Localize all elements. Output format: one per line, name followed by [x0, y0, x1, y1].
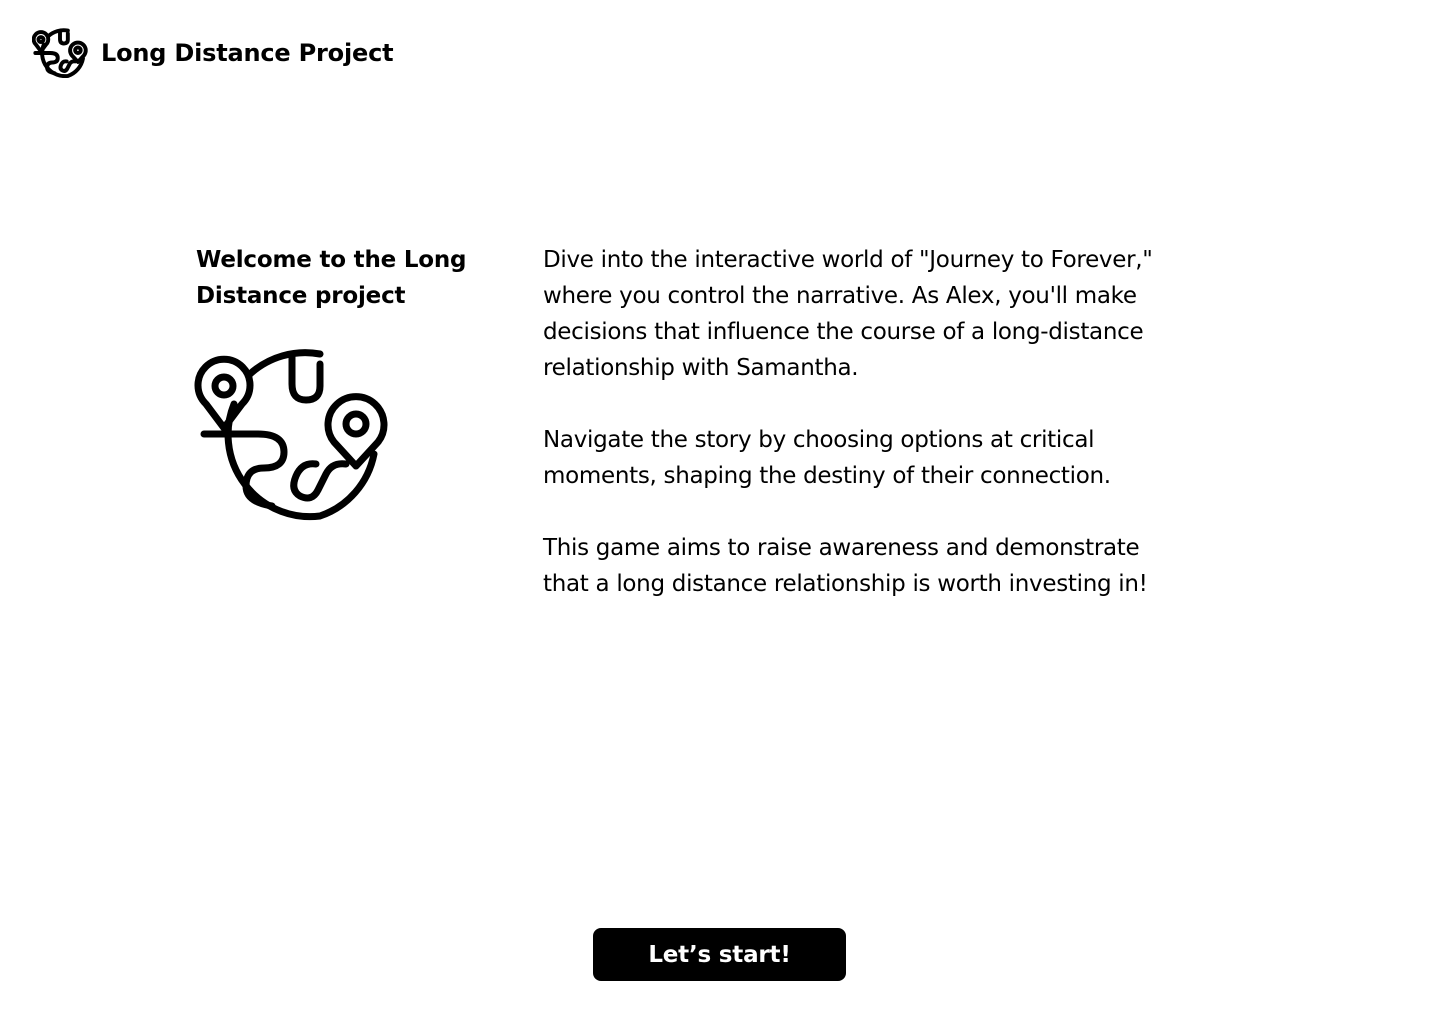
start-button[interactable]: Let’s start! — [593, 928, 846, 981]
description-paragraph: Dive into the interactive world of "Jour… — [543, 247, 1153, 381]
globe-with-location-pins-icon — [194, 349, 388, 521]
app-header: Long Distance Project — [32, 28, 394, 78]
app-title: Long Distance Project — [101, 39, 394, 67]
description-paragraph: Navigate the story by choosing options a… — [543, 427, 1111, 489]
globe-with-location-pins-icon — [32, 28, 88, 78]
description-paragraph: This game aims to raise awareness and de… — [543, 535, 1148, 597]
game-description: Dive into the interactive world of "Jour… — [543, 242, 1153, 602]
welcome-heading: Welcome to the Long Distance project — [196, 247, 467, 309]
welcome-page: Long Distance Project Welcome to the Lon… — [0, 0, 1440, 1024]
